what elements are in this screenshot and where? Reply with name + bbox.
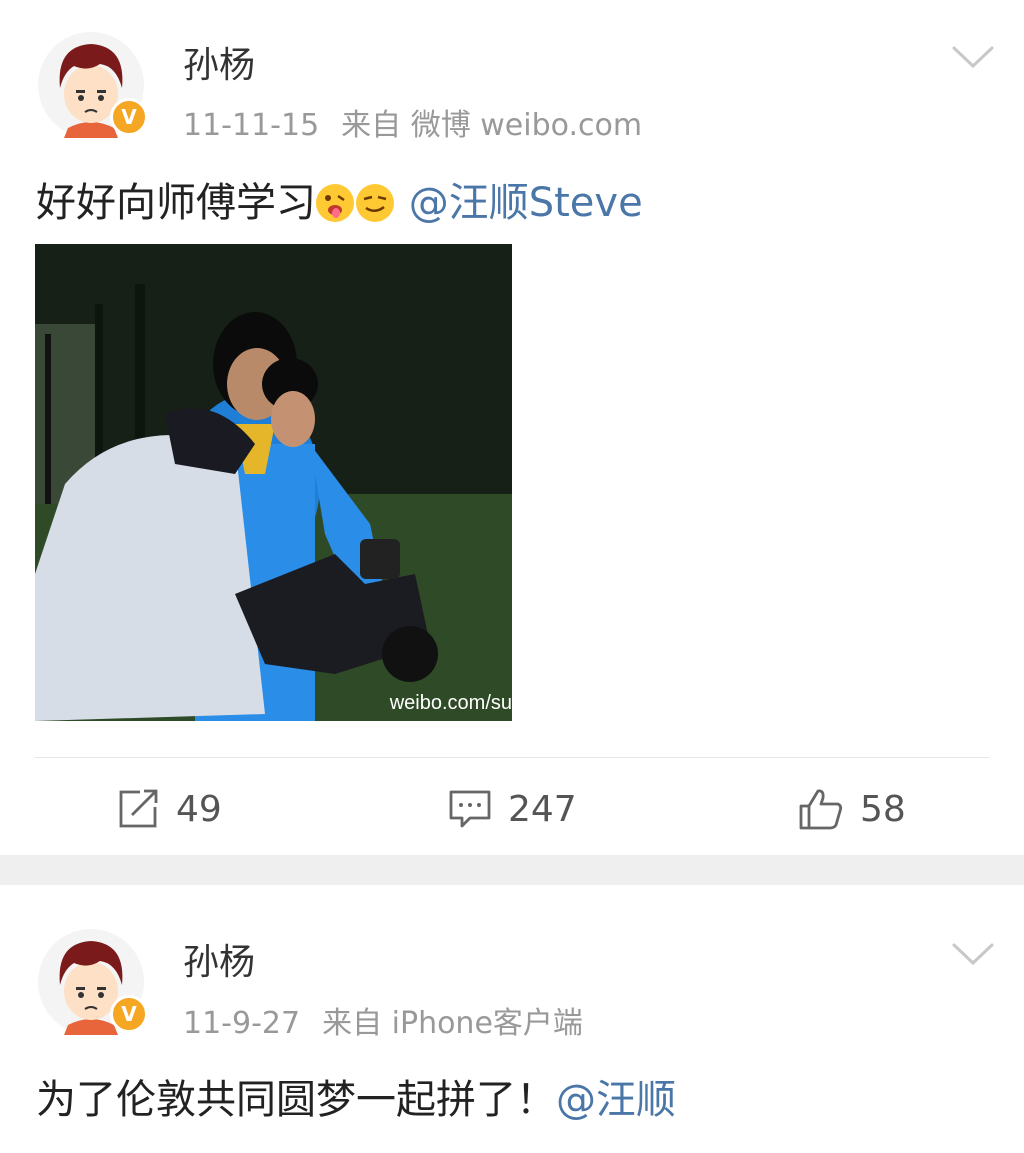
- post-meta: 11-11-15 来自 微博 weibo.com: [183, 100, 642, 144]
- comment-count: 247: [508, 788, 577, 830]
- like-icon: [799, 789, 843, 830]
- mention-link[interactable]: @汪顺Steve: [409, 180, 643, 226]
- post-separator: [0, 855, 1024, 885]
- like-button[interactable]: 58: [798, 786, 906, 832]
- weibo-post-2: V 孙杨 11-9-27 来自 iPhone客户端 为了伦敦共同圆梦一起拼了！@汪…: [0, 885, 1024, 1153]
- repost-button[interactable]: 49: [118, 786, 222, 832]
- author-name[interactable]: 孙杨: [183, 933, 255, 985]
- chevron-down-icon[interactable]: [950, 44, 996, 72]
- post-text: 为了伦敦共同圆梦一起拼了！@汪顺: [36, 1067, 676, 1125]
- weibo-post-1: V 孙杨 11-11-15 来自 微博 weibo.com 好好向师傅学习 @汪顺…: [0, 0, 1024, 855]
- repost-icon: [119, 789, 158, 828]
- post-date: 11-9-27: [183, 1006, 301, 1041]
- image-watermark: weibo.com/su: [389, 692, 512, 714]
- mention-link[interactable]: @汪顺: [556, 1077, 676, 1123]
- tongue-emoji-icon: [316, 184, 354, 222]
- post-meta: 11-9-27 来自 iPhone客户端: [183, 998, 583, 1042]
- chevron-down-icon[interactable]: [950, 941, 996, 969]
- smirk-emoji-icon: [356, 184, 394, 222]
- avatar[interactable]: V: [38, 32, 148, 138]
- comment-button[interactable]: 247: [448, 786, 577, 832]
- avatar[interactable]: V: [38, 929, 148, 1035]
- source-prefix: 来自: [341, 108, 402, 143]
- source-prefix: 来自: [322, 1006, 383, 1041]
- photo-content: [35, 244, 512, 721]
- divider: [35, 757, 989, 758]
- post-source[interactable]: 微博 weibo.com: [411, 108, 642, 143]
- verified-badge-icon: V: [110, 995, 148, 1033]
- comment-icon: [449, 790, 491, 828]
- post-body: 好好向师傅学习: [36, 180, 316, 226]
- post-text: 好好向师傅学习 @汪顺Steve: [36, 170, 643, 228]
- author-name[interactable]: 孙杨: [183, 36, 255, 88]
- like-count: 58: [860, 788, 906, 830]
- post-photo[interactable]: weibo.com/su: [35, 244, 512, 721]
- repost-count: 49: [176, 788, 222, 830]
- verified-badge-icon: V: [110, 98, 148, 136]
- post-body: 为了伦敦共同圆梦一起拼了！: [36, 1077, 556, 1123]
- post-source[interactable]: iPhone客户端: [392, 1006, 583, 1041]
- post-date: 11-11-15: [183, 108, 320, 143]
